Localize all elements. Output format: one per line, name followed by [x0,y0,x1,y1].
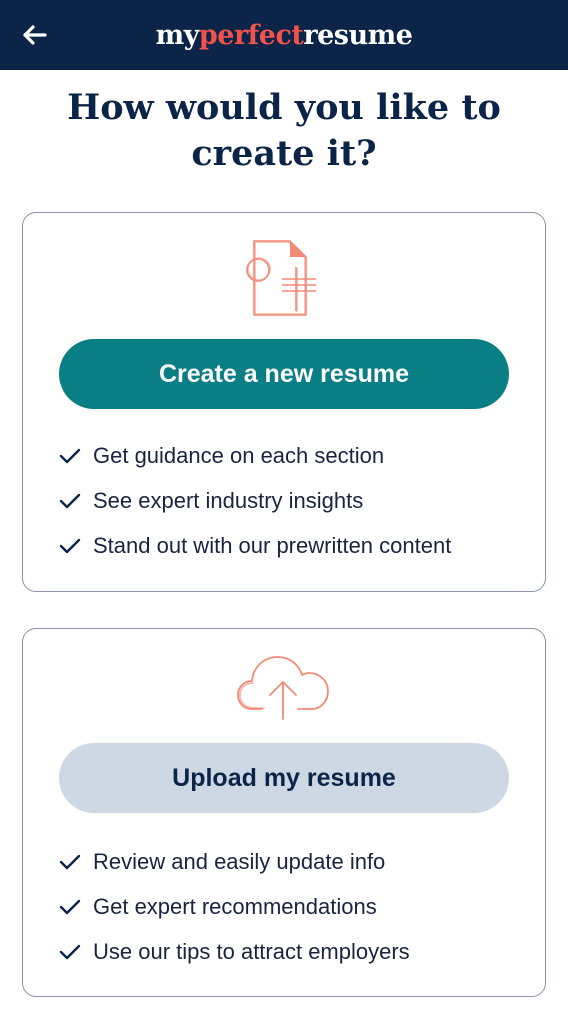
logo-text-my: my [155,19,200,51]
checkmark-icon [59,448,81,463]
checkmark-icon [59,944,81,959]
upload-resume-button[interactable]: Upload my resume [59,743,509,813]
list-item: Get guidance on each section [59,433,451,478]
top-bar: myperfectresume [0,0,568,70]
document-icon [246,240,316,316]
create-features-list: Get guidance on each section See expert … [59,433,451,568]
logo-text-resume: resume [303,19,413,51]
page-title-line-2: create it? [191,133,377,174]
list-item: See expert industry insights [59,478,451,523]
feature-text: See expert industry insights [93,487,364,513]
list-item: Stand out with our prewritten content [59,523,451,568]
page-title-line-1: How would you like to [67,87,501,128]
list-item: Get expert recommendations [59,884,410,929]
brand-logo[interactable]: myperfectresume [156,20,413,51]
create-new-resume-button[interactable]: Create a new resume [59,339,509,409]
upload-features-list: Review and easily update info Get expert… [59,839,410,974]
upload-resume-card[interactable]: Upload my resume Review and easily updat… [22,628,546,997]
arrow-left-icon [23,25,47,45]
feature-text: Use our tips to attract employers [93,938,410,964]
checkmark-icon [59,854,81,869]
feature-text: Review and easily update info [93,848,386,874]
back-button[interactable] [18,19,50,51]
feature-text: Stand out with our prewritten content [93,532,452,558]
list-item: Use our tips to attract employers [59,929,410,974]
list-item: Review and easily update info [59,839,410,884]
checkmark-icon [59,899,81,914]
checkmark-icon [59,538,81,553]
create-resume-card[interactable]: Create a new resume Get guidance on each… [22,212,546,592]
feature-text: Get expert recommendations [93,893,377,919]
cloud-upload-icon [237,656,329,720]
feature-text: Get guidance on each section [93,442,385,468]
checkmark-icon [59,493,81,508]
logo-text-perfect: perfect [198,19,304,51]
page-title: How would you like to create it? [0,85,568,177]
